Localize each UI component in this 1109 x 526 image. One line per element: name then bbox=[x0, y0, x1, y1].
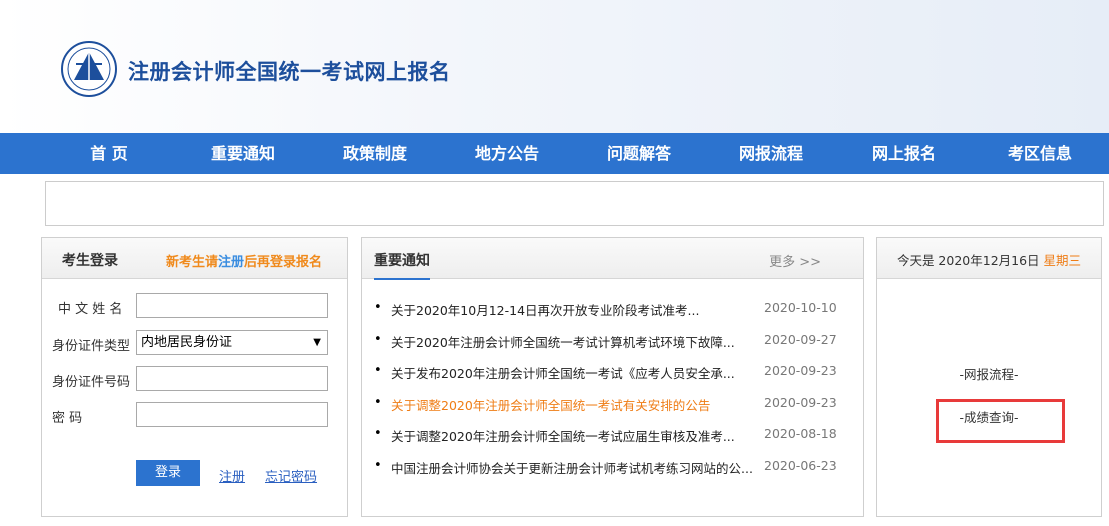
notice-item-title[interactable]: 关于调整2020年注册会计师全国统一考试有关安排的公告 bbox=[391, 395, 761, 414]
nav-policies[interactable]: 政策制度 bbox=[320, 133, 430, 174]
notice-item-title[interactable]: 中国注册会计师协会关于更新注册会计师考试机考练习网站的公... bbox=[391, 458, 761, 477]
nav-exam-area-info[interactable]: 考区信息 bbox=[985, 133, 1095, 174]
password-input[interactable] bbox=[136, 402, 328, 427]
today-date: 今天是 2020年12月16日 星期三 bbox=[877, 250, 1101, 269]
date-panel: 今天是 2020年12月16日 星期三 -网报流程- -成绩查询- bbox=[876, 237, 1102, 517]
login-panel-header: 考生登录 新考生请注册后再登录报名 bbox=[42, 238, 347, 279]
nav-local-announcements[interactable]: 地方公告 bbox=[452, 133, 562, 174]
nav-online-registration[interactable]: 网上报名 bbox=[849, 133, 959, 174]
id-type-value: 内地居民身份证 bbox=[141, 335, 233, 350]
login-button[interactable]: 登录 bbox=[136, 460, 200, 486]
bullet-icon: • bbox=[374, 331, 382, 347]
hint-prefix: 新考生请 bbox=[166, 255, 219, 270]
register-link[interactable]: 注册 bbox=[219, 466, 245, 485]
bullet-icon: • bbox=[374, 363, 382, 378]
login-panel: 考生登录 新考生请注册后再登录报名 中 文 姓 名 身份证件类型 内地居民身份证… bbox=[41, 237, 348, 517]
nav-registration-flow[interactable]: 网报流程 bbox=[716, 133, 826, 174]
notice-panel-header: 重要通知 更多 >> bbox=[362, 238, 863, 280]
weekday: 星期三 bbox=[1043, 253, 1082, 268]
notice-more-link[interactable]: 更多 >> bbox=[769, 251, 821, 270]
nav-home[interactable]: 首 页 bbox=[54, 133, 164, 174]
banner-area bbox=[45, 181, 1104, 226]
cicpa-logo-icon bbox=[61, 41, 117, 97]
hint-register-link[interactable]: 注册 bbox=[218, 255, 244, 270]
notice-item[interactable]: • 关于调整2020年注册会计师全国统一考试应届生审核及准考... 2020-0… bbox=[362, 426, 863, 458]
bullet-icon: • bbox=[374, 394, 382, 410]
score-query-highlight-box bbox=[936, 399, 1065, 443]
date-panel-header: 今天是 2020年12月16日 星期三 bbox=[877, 238, 1101, 279]
notice-item[interactable]: • 关于2020年10月12-14日再次开放专业阶段考试准考... 2020-1… bbox=[362, 300, 863, 332]
id-number-input[interactable] bbox=[136, 366, 328, 391]
notice-item-title[interactable]: 关于2020年注册会计师全国统一考试计算机考试环境下故障... bbox=[391, 332, 761, 351]
nav-important-notices[interactable]: 重要通知 bbox=[188, 133, 298, 174]
name-input[interactable] bbox=[136, 293, 328, 318]
notice-item-title[interactable]: 关于发布2020年注册会计师全国统一考试《应考人员安全承... bbox=[391, 363, 761, 382]
dropdown-arrow-icon: ▼ bbox=[313, 337, 321, 348]
notice-item[interactable]: • 中国注册会计师协会关于更新注册会计师考试机考练习网站的公... 2020-0… bbox=[362, 458, 863, 490]
notice-item-date: 2020-08-18 bbox=[764, 426, 837, 441]
notice-item-title[interactable]: 关于2020年10月12-14日再次开放专业阶段考试准考... bbox=[391, 300, 761, 319]
notice-list: • 关于2020年10月12-14日再次开放专业阶段考试准考... 2020-1… bbox=[362, 300, 863, 489]
notice-item-date: 2020-09-23 bbox=[764, 394, 837, 410]
bullet-icon: • bbox=[374, 457, 382, 473]
notice-title: 重要通知 bbox=[374, 250, 430, 280]
today-prefix: 今天是 2020年12月16日 bbox=[896, 253, 1044, 268]
notice-item[interactable]: • 关于2020年注册会计师全国统一考试计算机考试环境下故障... 2020-0… bbox=[362, 332, 863, 364]
notice-item-date: 2020-09-23 bbox=[764, 363, 837, 378]
registration-flow-link[interactable]: -网报流程- bbox=[877, 364, 1101, 383]
id-type-select[interactable]: 内地居民身份证 ▼ bbox=[136, 330, 328, 355]
notice-item[interactable]: • 关于发布2020年注册会计师全国统一考试《应考人员安全承... 2020-0… bbox=[362, 363, 863, 395]
notice-item-date: 2020-09-27 bbox=[764, 331, 837, 347]
notice-item-highlighted[interactable]: • 关于调整2020年注册会计师全国统一考试有关安排的公告 2020-09-23 bbox=[362, 395, 863, 427]
password-label: 密 码 bbox=[52, 411, 83, 426]
id-type-label: 身份证件类型 bbox=[52, 339, 131, 354]
forgot-password-link[interactable]: 忘记密码 bbox=[265, 466, 317, 485]
new-candidate-hint: 新考生请注册后再登录报名 bbox=[166, 251, 322, 270]
name-label: 中 文 姓 名 bbox=[58, 302, 123, 317]
main-nav: 首 页 重要通知 政策制度 地方公告 问题解答 网报流程 网上报名 考区信息 bbox=[0, 133, 1109, 174]
site-title: 注册会计师全国统一考试网上报名 bbox=[128, 60, 451, 84]
login-title: 考生登录 bbox=[62, 253, 118, 269]
bullet-icon: • bbox=[374, 300, 382, 315]
bullet-icon: • bbox=[374, 426, 382, 441]
notice-item-title[interactable]: 关于调整2020年注册会计师全国统一考试应届生审核及准考... bbox=[391, 426, 761, 445]
notice-panel: 重要通知 更多 >> • 关于2020年10月12-14日再次开放专业阶段考试准… bbox=[361, 237, 864, 517]
hint-suffix: 后再登录报名 bbox=[244, 255, 323, 270]
notice-item-date: 2020-06-23 bbox=[764, 457, 837, 473]
site-header: 注册会计师全国统一考试网上报名 bbox=[0, 0, 1109, 133]
notice-item-date: 2020-10-10 bbox=[764, 300, 837, 315]
id-number-label: 身份证件号码 bbox=[52, 375, 131, 390]
nav-faq[interactable]: 问题解答 bbox=[584, 133, 694, 174]
